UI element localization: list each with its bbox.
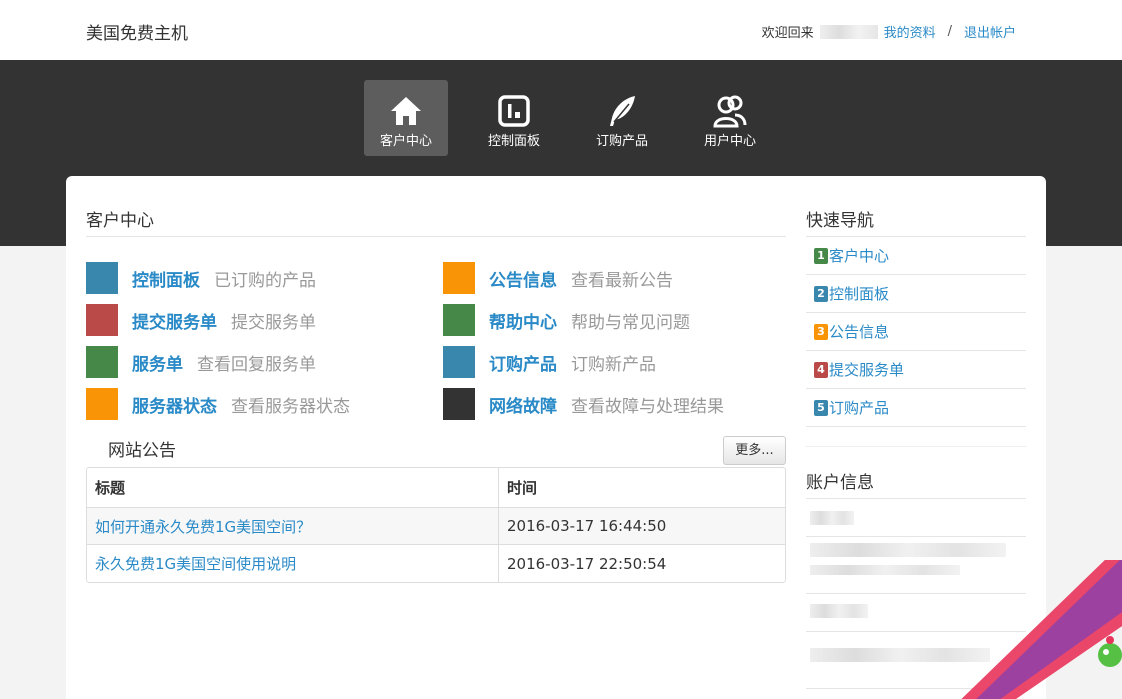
logout-link[interactable]: 退出帐户 [964, 22, 1016, 41]
column-header-title: 标题 [87, 468, 499, 508]
tile-color-block [86, 304, 118, 336]
quick-nav-list: 1 客户中心 2 控制面板 3 公告信息 4 提交服务单 5 订购产品 [806, 236, 1026, 427]
account-row-redacted [806, 537, 1026, 594]
tile-desc: 查看最新公告 [571, 270, 673, 291]
notice-title-cell: 永久免费1G美国空间使用说明 [87, 545, 499, 582]
tile-announcements[interactable]: 公告信息 查看最新公告 [443, 262, 673, 294]
redacted-text [810, 604, 868, 618]
tile-server-status[interactable]: 服务器状态 查看服务器状态 [86, 388, 350, 420]
my-profile-link[interactable]: 我的资料 [884, 22, 936, 41]
tile-color-block [443, 388, 475, 420]
table-row: 永久免费1G美国空间使用说明 2016-03-17 22:50:54 [87, 545, 785, 582]
account-info-list [806, 498, 1026, 689]
tile-desc: 查看回复服务单 [197, 354, 316, 375]
user-links: 欢迎回来 我的资料 / 退出帐户 [762, 22, 1016, 41]
number-badge: 2 [814, 285, 828, 302]
welcome-text: 欢迎回来 [761, 26, 814, 41]
quick-nav-link[interactable]: 订购产品 [829, 397, 889, 418]
nav-label: 控制面板 [487, 134, 540, 149]
divider [86, 236, 786, 237]
number-badge: 4 [814, 361, 828, 378]
table-header-row: 标题 时间 [87, 468, 785, 508]
tile-color-block [86, 346, 118, 378]
site-title: 美国免费主机 [86, 24, 188, 44]
notice-title: 网站公告 [108, 441, 176, 461]
number-badge: 1 [814, 247, 828, 264]
home-icon [391, 97, 421, 125]
tile-desc: 订购新产品 [571, 354, 656, 375]
tile-name[interactable]: 控制面板 [132, 266, 200, 291]
tile-color-block [86, 262, 118, 294]
tile-submit-ticket[interactable]: 提交服务单 提交服务单 [86, 304, 316, 336]
redacted-text [810, 543, 1006, 557]
tile-color-block [443, 262, 475, 294]
nav-item-control-panel[interactable]: 控制面板 [472, 80, 556, 156]
section-title: 客户中心 [86, 211, 154, 231]
quick-nav-link[interactable]: 提交服务单 [829, 359, 904, 380]
content-panel: 客户中心 控制面板 已订购的产品 提交服务单 提交服务单 服务单 查看回复服务单… [66, 176, 1046, 699]
number-badge: 3 [814, 323, 828, 340]
top-bar: 美国免费主机 欢迎回来 我的资料 / 退出帐户 [0, 0, 1122, 60]
account-row-redacted [806, 632, 1026, 689]
quick-nav-link[interactable]: 公告信息 [829, 321, 889, 342]
notice-title-cell: 如何开通永久免费1G美国空间？ [87, 508, 499, 545]
tile-name[interactable]: 网络故障 [489, 392, 557, 417]
feather-icon [610, 96, 635, 126]
tile-name[interactable]: 订购产品 [489, 350, 557, 375]
separator: / [947, 24, 952, 39]
notice-time-cell: 2016-03-17 16:44:50 [499, 508, 785, 545]
quick-nav-item[interactable]: 5 订购产品 [806, 389, 1026, 427]
notice-link[interactable]: 永久免费1G美国空间使用说明 [95, 555, 296, 573]
nav-label: 用户中心 [703, 134, 756, 149]
more-notices-button[interactable]: 更多... [723, 436, 786, 465]
tile-name[interactable]: 帮助中心 [489, 308, 557, 333]
quick-nav-link[interactable]: 客户中心 [829, 245, 889, 266]
tile-color-block [86, 388, 118, 420]
tile-desc: 已订购的产品 [214, 270, 316, 291]
quick-nav-title: 快速导航 [806, 211, 874, 231]
dashboard-icon [498, 95, 530, 127]
tile-desc: 帮助与常见问题 [571, 312, 690, 333]
redacted-text [810, 511, 854, 525]
username-redacted [819, 24, 878, 39]
tile-tickets[interactable]: 服务单 查看回复服务单 [86, 346, 316, 378]
nav-item-order-products[interactable]: 订购产品 [580, 80, 664, 156]
tile-help-center[interactable]: 帮助中心 帮助与常见问题 [443, 304, 690, 336]
quick-nav-item[interactable]: 3 公告信息 [806, 313, 1026, 351]
nav-label: 订购产品 [595, 134, 648, 149]
tile-desc: 查看故障与处理结果 [571, 396, 724, 417]
notice-table: 标题 时间 如何开通永久免费1G美国空间？ 2016-03-17 16:44:5… [86, 467, 786, 583]
quick-nav-item[interactable]: 1 客户中心 [806, 237, 1026, 275]
nav-item-user-center[interactable]: 用户中心 [688, 80, 772, 156]
tile-order-products[interactable]: 订购产品 订购新产品 [443, 346, 656, 378]
users-icon [713, 95, 747, 128]
tile-network-faults[interactable]: 网络故障 查看故障与处理结果 [443, 388, 724, 420]
nav-label: 客户中心 [379, 134, 432, 149]
account-info-title: 账户信息 [806, 473, 874, 493]
nav-item-client-center[interactable]: 客户中心 [364, 80, 448, 156]
column-header-time: 时间 [499, 468, 785, 508]
main-nav: 客户中心 控制面板 订购产品 用户中心 [0, 80, 1122, 156]
tile-name[interactable]: 提交服务单 [132, 308, 217, 333]
tile-color-block [443, 304, 475, 336]
tile-name[interactable]: 服务器状态 [132, 392, 217, 417]
quick-nav-link[interactable]: 控制面板 [829, 283, 889, 304]
account-row-redacted [806, 499, 1026, 537]
quick-nav-item[interactable]: 2 控制面板 [806, 275, 1026, 313]
tile-color-block [443, 346, 475, 378]
tile-control-panel[interactable]: 控制面板 已订购的产品 [86, 262, 316, 294]
redacted-text [810, 565, 960, 575]
tile-name[interactable]: 公告信息 [489, 266, 557, 291]
notice-link[interactable]: 如何开通永久免费1G美国空间？ [95, 518, 311, 536]
table-row: 如何开通永久免费1G美国空间？ 2016-03-17 16:44:50 [87, 508, 785, 545]
quick-nav-item[interactable]: 4 提交服务单 [806, 351, 1026, 389]
tile-desc: 查看服务器状态 [231, 396, 350, 417]
divider [806, 446, 1026, 447]
redacted-text [810, 648, 990, 662]
tile-name[interactable]: 服务单 [132, 350, 183, 375]
account-row-redacted [806, 594, 1026, 632]
notice-time-cell: 2016-03-17 22:50:54 [507, 554, 667, 573]
number-badge: 5 [814, 399, 828, 416]
tile-desc: 提交服务单 [231, 312, 316, 333]
